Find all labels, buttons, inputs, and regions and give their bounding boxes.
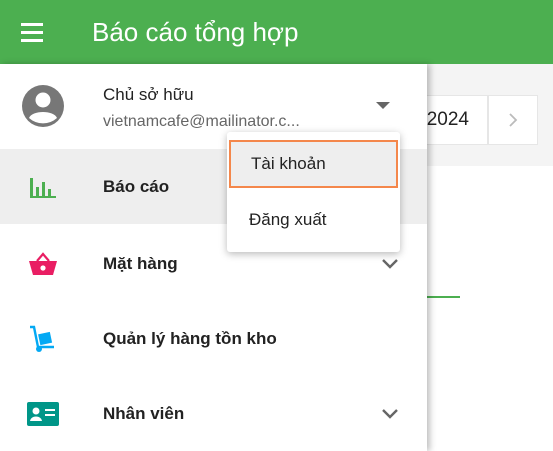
account-name: Chủ sở hữu: [103, 85, 194, 104]
nav-item-label: Báo cáo: [103, 176, 170, 196]
navigation-drawer: Chủ sở hữu vietnamcafe@mailinator.c... B…: [0, 64, 427, 451]
menu-item-logout[interactable]: Đăng xuất: [227, 196, 400, 244]
app-bar: Báo cáo tổng hợp: [0, 0, 553, 64]
account-email: vietnamcafe@mailinator.c...: [103, 113, 300, 130]
id-card-icon: [27, 398, 59, 430]
basket-icon: [27, 248, 59, 280]
tab-indicator: [427, 296, 460, 298]
report-content-panel: [427, 166, 553, 451]
chevron-down-icon[interactable]: [380, 254, 400, 274]
menu-item-account[interactable]: Tài khoản: [229, 140, 398, 188]
nav-item-employees[interactable]: Nhân viên: [0, 376, 427, 451]
caret-down-icon[interactable]: [376, 102, 390, 109]
nav-item-label: Mặt hàng: [103, 253, 178, 273]
next-period-button[interactable]: [488, 95, 538, 145]
page-title: Báo cáo tổng hợp: [92, 16, 299, 47]
hamburger-icon: [21, 23, 43, 42]
menu-button[interactable]: [0, 0, 64, 64]
account-menu: Tài khoản Đăng xuất: [227, 132, 400, 252]
nav-item-label: Nhân viên: [103, 403, 185, 423]
menu-item-label: Đăng xuất: [249, 210, 327, 229]
nav-item-label: Quản lý hàng tồn kho: [103, 328, 277, 348]
hand-truck-icon: [27, 323, 59, 355]
account-circle-icon: [22, 85, 64, 127]
chevron-right-icon: [509, 113, 518, 127]
menu-item-label: Tài khoản: [251, 154, 326, 173]
bar-chart-icon: [27, 171, 59, 203]
nav-item-inventory[interactable]: Quản lý hàng tồn kho: [0, 301, 427, 376]
chevron-down-icon[interactable]: [380, 404, 400, 424]
date-text: 2024: [426, 109, 469, 130]
